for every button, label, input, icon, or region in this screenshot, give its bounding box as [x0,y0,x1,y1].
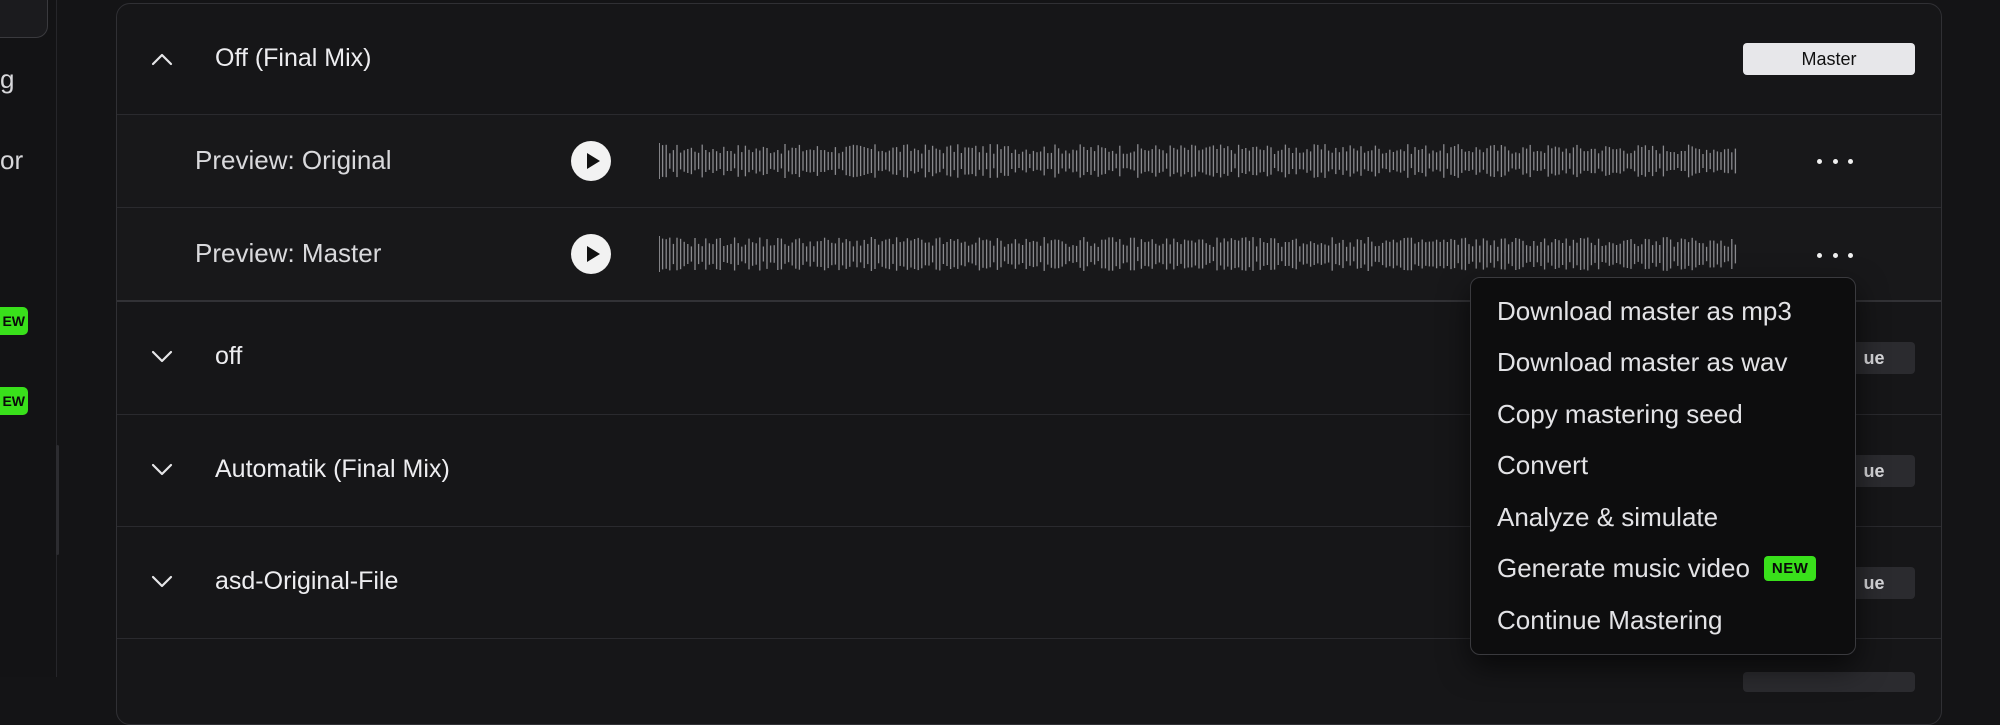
sidebar: g or EW EW [0,0,57,677]
play-button[interactable] [571,141,611,181]
track-options-menu: Download master as mp3 Download master a… [1470,277,1856,655]
menu-item-label: Convert [1497,449,1589,480]
menu-item-label: Continue Mastering [1497,604,1723,635]
menu-item-download-wav[interactable]: Download master as wav [1497,342,1787,382]
menu-item-copy-seed[interactable]: Copy mastering seed [1497,394,1743,434]
master-button[interactable]: Master [1743,43,1915,75]
group-header[interactable]: Off (Final Mix) Master [117,4,1941,114]
new-badge: EW [0,387,28,415]
chevron-down-icon[interactable] [151,459,173,481]
master-button-label: ue [1863,460,1885,481]
group-title: Off (Final Mix) [215,44,372,72]
master-button-label: ue [1863,572,1885,593]
menu-item-generate-video[interactable]: Generate music video NEW [1497,548,1817,588]
track-row: Preview: Original [117,115,1941,207]
sidebar-item-label[interactable]: g [0,64,14,95]
waveform[interactable] [659,234,1739,274]
group-title: asd-Original-File [215,567,399,595]
more-options-button[interactable] [1817,155,1853,167]
more-options-button[interactable] [1817,249,1853,261]
chevron-down-icon[interactable] [151,571,173,593]
chevron-up-icon[interactable] [151,48,173,70]
menu-item-analyze[interactable]: Analyze & simulate [1497,497,1718,537]
menu-item-continue-mastering[interactable]: Continue Mastering [1497,600,1722,640]
menu-item-label: Download master as mp3 [1497,295,1792,326]
sidebar-scrollbar[interactable] [56,445,59,555]
track-label: Preview: Master [195,238,382,268]
sidebar-top-card[interactable] [0,0,48,38]
menu-item-download-mp3[interactable]: Download master as mp3 [1497,291,1792,331]
menu-item-label: Analyze & simulate [1497,501,1719,532]
chevron-down-icon[interactable] [151,346,173,368]
master-button[interactable] [1743,672,1915,692]
play-button[interactable] [571,234,611,274]
sidebar-item-label[interactable]: or [0,145,23,176]
play-icon [586,246,600,262]
new-badge: EW [0,307,28,335]
menu-item-label: Download master as wav [1497,346,1788,377]
group-title: Automatik (Final Mix) [215,455,450,483]
waveform[interactable] [659,141,1739,181]
play-icon [586,153,600,169]
menu-item-convert[interactable]: Convert [1497,445,1588,485]
track-label: Preview: Original [195,145,392,175]
menu-item-label: Generate music video [1497,552,1750,583]
group-title: off [215,342,243,370]
new-badge: NEW [1763,555,1817,581]
master-button-label: ue [1863,347,1885,368]
menu-item-label: Copy mastering seed [1497,398,1743,429]
